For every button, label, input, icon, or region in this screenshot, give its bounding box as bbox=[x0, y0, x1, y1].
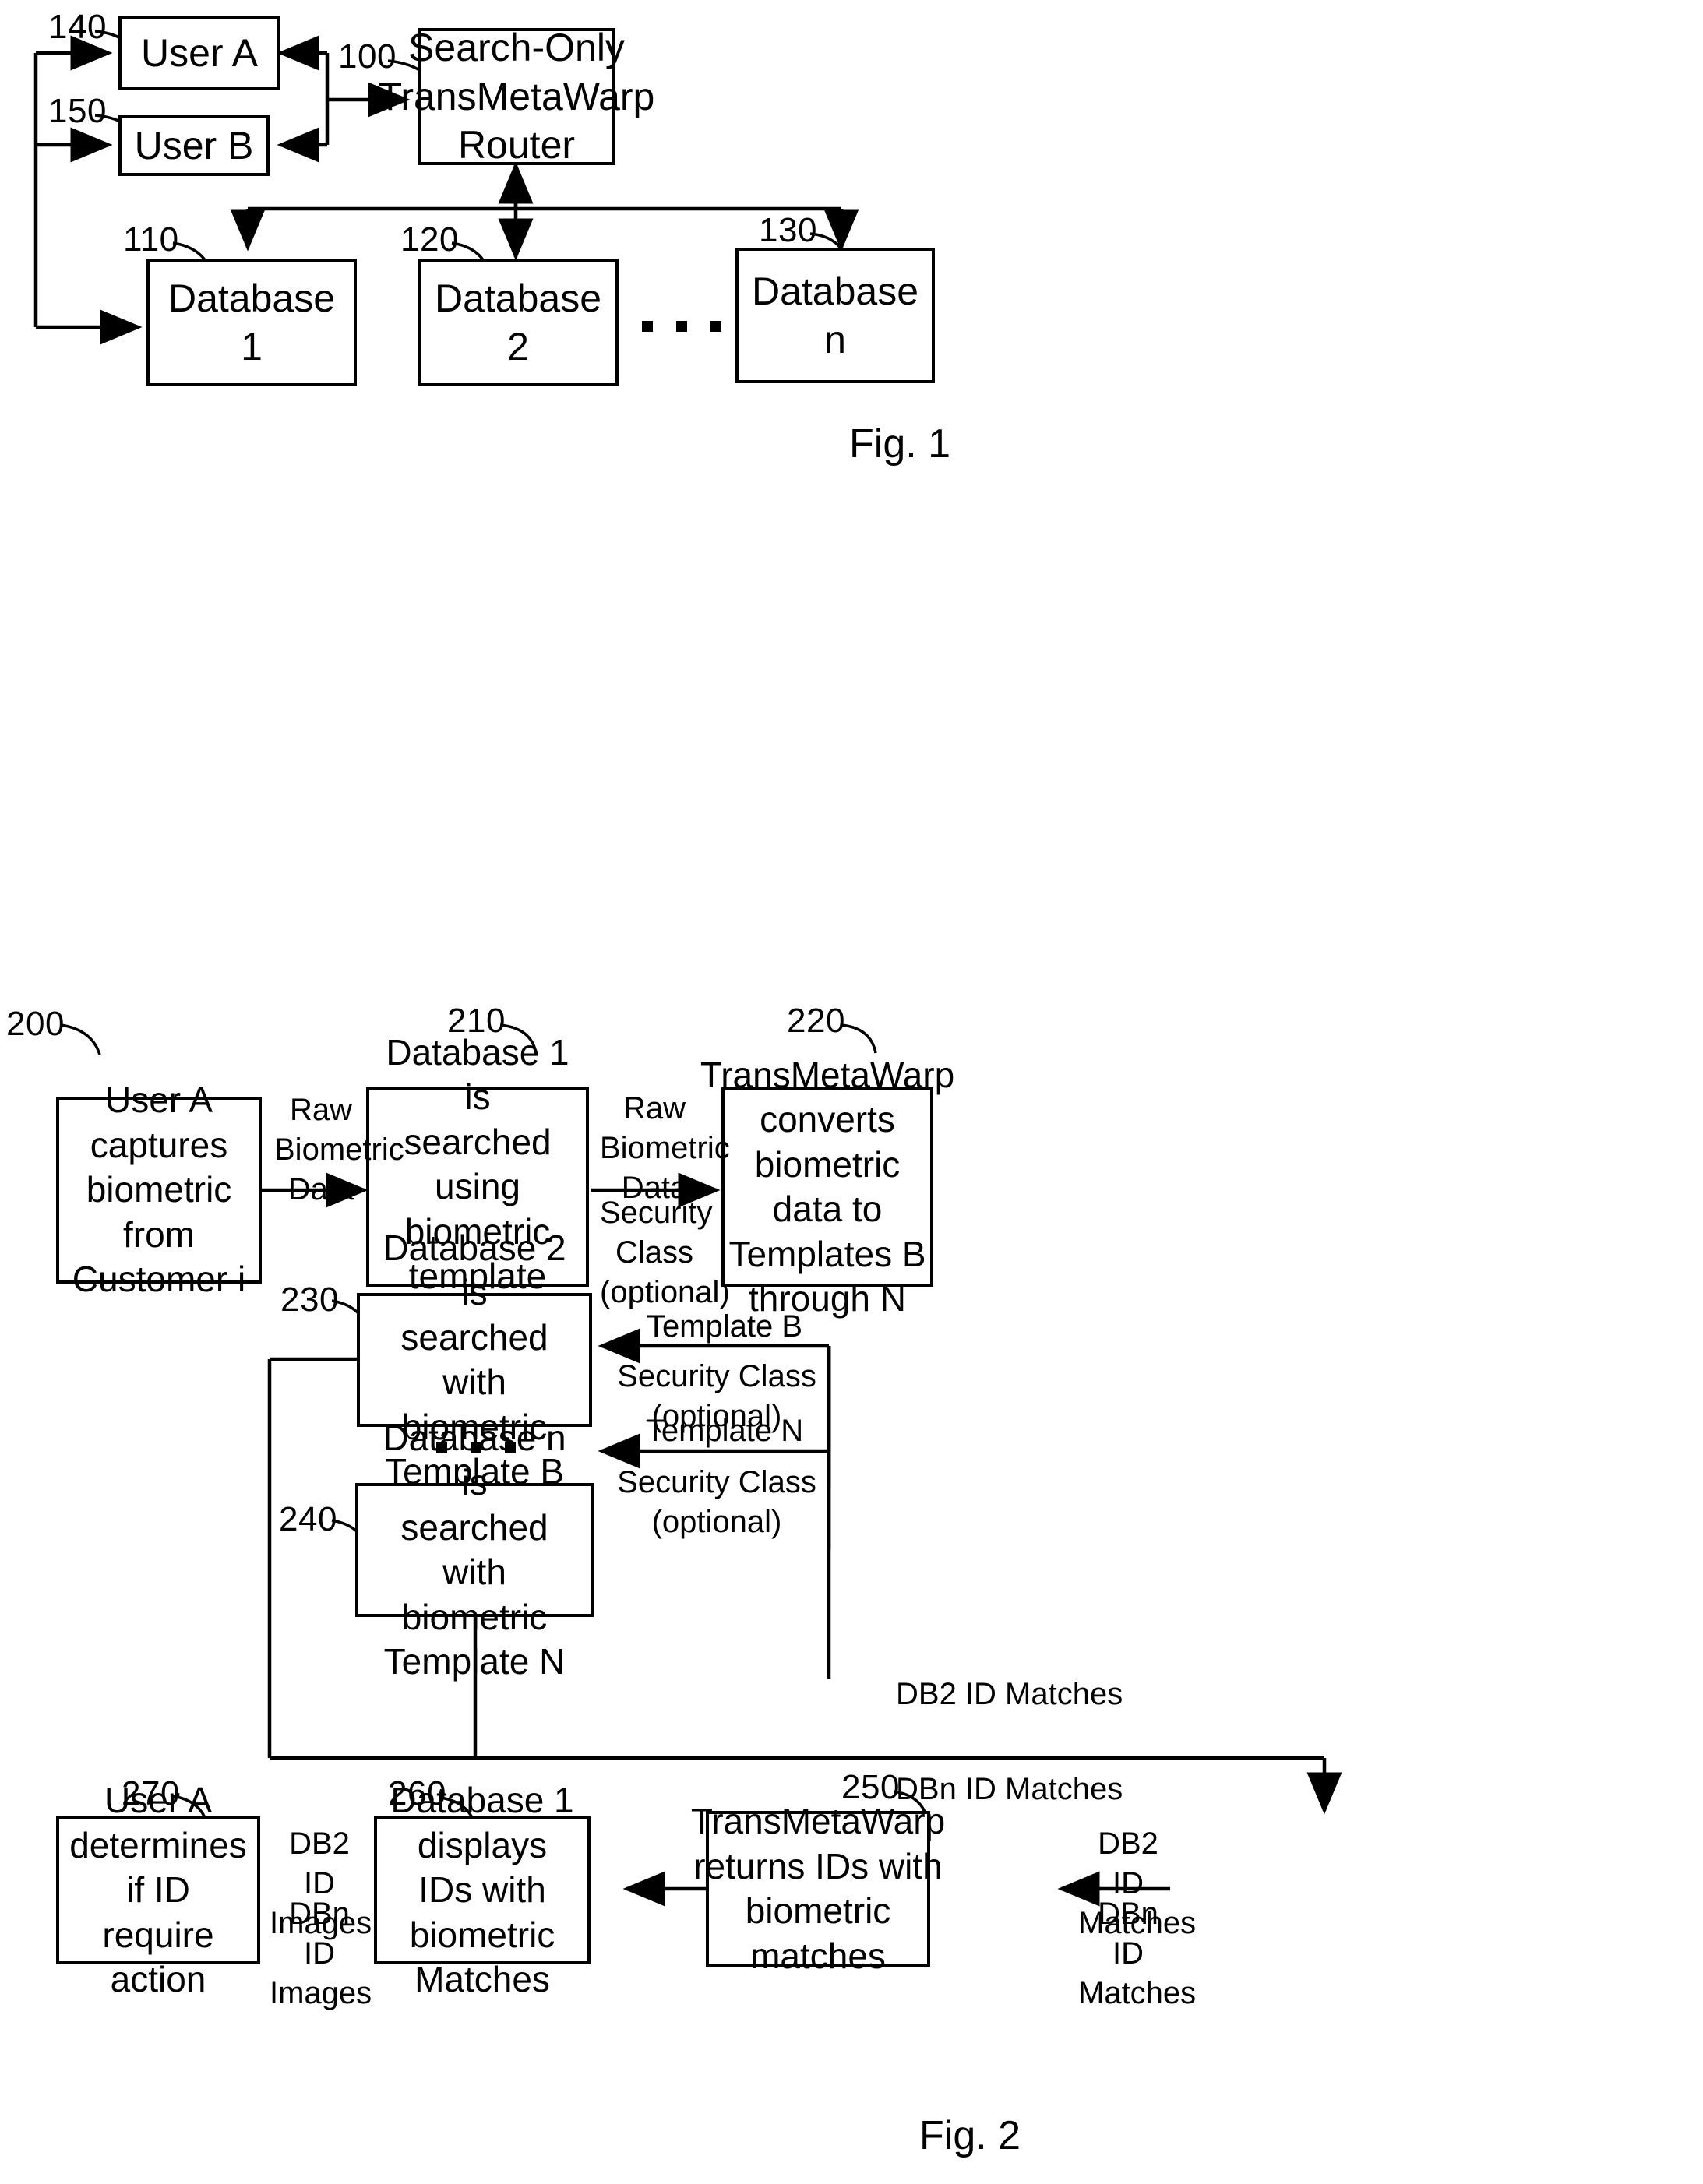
fig1-node-router-label: Search-Only TransMetaWarp Router bbox=[378, 26, 655, 167]
fig2-node-250: TransMetaWarp returns IDs with biometric… bbox=[691, 1801, 945, 1976]
fig2-edgelabel-db2-id-matches-mid: DB2 ID Matches bbox=[896, 1677, 1123, 1711]
fig2-edgelabel-template-n: Template N bbox=[645, 1414, 804, 1448]
fig2-ellipsis bbox=[436, 1442, 516, 1453]
fig2-refnum-260: 260 bbox=[388, 1774, 446, 1812]
fig2-node-220-label: TransMetaWarp converts biometric data to… bbox=[700, 1054, 955, 1319]
fig2-node-240-label: Database n is searched with biometric Te… bbox=[383, 1417, 566, 1682]
fig1-node-database-n: Database n bbox=[735, 248, 935, 383]
fig1-refnum-120: 120 bbox=[400, 220, 459, 259]
fig2-edgelabel-raw-biometric-data-1: Raw Biometric Data bbox=[274, 1093, 404, 1207]
fig1-refnum-100: 100 bbox=[338, 37, 397, 76]
fig1-refnum-130: 130 bbox=[759, 211, 817, 249]
fig2-edgelabel-security-class-n: Security Class (optional) bbox=[617, 1465, 816, 1540]
fig2-node-270: User A determines if ID require action bbox=[56, 1780, 260, 1999]
fig1-node-database-2-label: Database 2 bbox=[434, 276, 602, 369]
fig2-edgelabel-dbn-id-matches-right: DBn ID Matches bbox=[1078, 1897, 1197, 2011]
fig2-node-240: Database n is searched with biometric Te… bbox=[355, 1418, 594, 1682]
fig2-refnum-270: 270 bbox=[122, 1774, 180, 1812]
fig1-ellipsis bbox=[642, 321, 721, 332]
fig1-node-user-a-label: User A bbox=[140, 30, 259, 75]
fig1-refnum-150: 150 bbox=[48, 92, 107, 130]
fig1-node-user-a: User A bbox=[118, 16, 280, 90]
fig2-edgelabel-raw-biometric-data-2: Raw Biometric Data bbox=[600, 1091, 730, 1206]
fig1-node-database-1-label: Database 1 bbox=[167, 276, 336, 369]
fig2-edgelabel-dbn-id-matches-mid: DBn ID Matches bbox=[896, 1772, 1123, 1806]
fig1-caption: Fig. 1 bbox=[849, 421, 951, 467]
fig2-refnum-220: 220 bbox=[787, 1002, 845, 1040]
fig2-node-230: Database 2 is searched with biometric Te… bbox=[357, 1228, 592, 1492]
fig1-node-database-n-label: Database n bbox=[751, 269, 919, 362]
fig2-node-200: User A captures biometric from Customer … bbox=[56, 1080, 262, 1299]
fig2-refnum-210: 210 bbox=[447, 1002, 506, 1040]
fig1-refnum-140: 140 bbox=[48, 8, 107, 46]
fig2-caption: Fig. 2 bbox=[919, 2113, 1021, 2158]
fig2-edgelabel-dbn-id-images: DBn ID Images bbox=[270, 1897, 372, 2011]
fig2-edgelabel-security-class-1: Security Class (optional) bbox=[600, 1196, 730, 1310]
fig2-refnum-250: 250 bbox=[841, 1768, 900, 1806]
fig1-node-database-1: Database 1 bbox=[146, 259, 357, 386]
fig1-refnum-110: 110 bbox=[123, 220, 179, 259]
fig2-edgelabel-template-b: Template B bbox=[646, 1309, 803, 1344]
fig1-node-router: Search-Only TransMetaWarp Router bbox=[379, 26, 655, 167]
fig2-refnum-240: 240 bbox=[279, 1500, 337, 1538]
fig2-node-250-label: TransMetaWarp returns IDs with biometric… bbox=[690, 1801, 946, 1976]
fig2-node-200-label: User A captures biometric from Customer … bbox=[72, 1080, 246, 1300]
fig1-node-user-b-label: User B bbox=[134, 123, 254, 167]
fig2-node-260: Database 1 displays IDs with biometric M… bbox=[374, 1780, 591, 1999]
fig2-refnum-230: 230 bbox=[280, 1280, 339, 1319]
fig2-refnum-200: 200 bbox=[6, 1005, 65, 1043]
fig1-node-database-2: Database 2 bbox=[418, 259, 619, 386]
patent-drawing-sheet: User A User B Search-Only TransMetaWarp … bbox=[0, 0, 1703, 2184]
fig2-node-220: TransMetaWarp converts biometric data to… bbox=[700, 1055, 954, 1319]
fig1-node-user-b: User B bbox=[118, 115, 270, 176]
